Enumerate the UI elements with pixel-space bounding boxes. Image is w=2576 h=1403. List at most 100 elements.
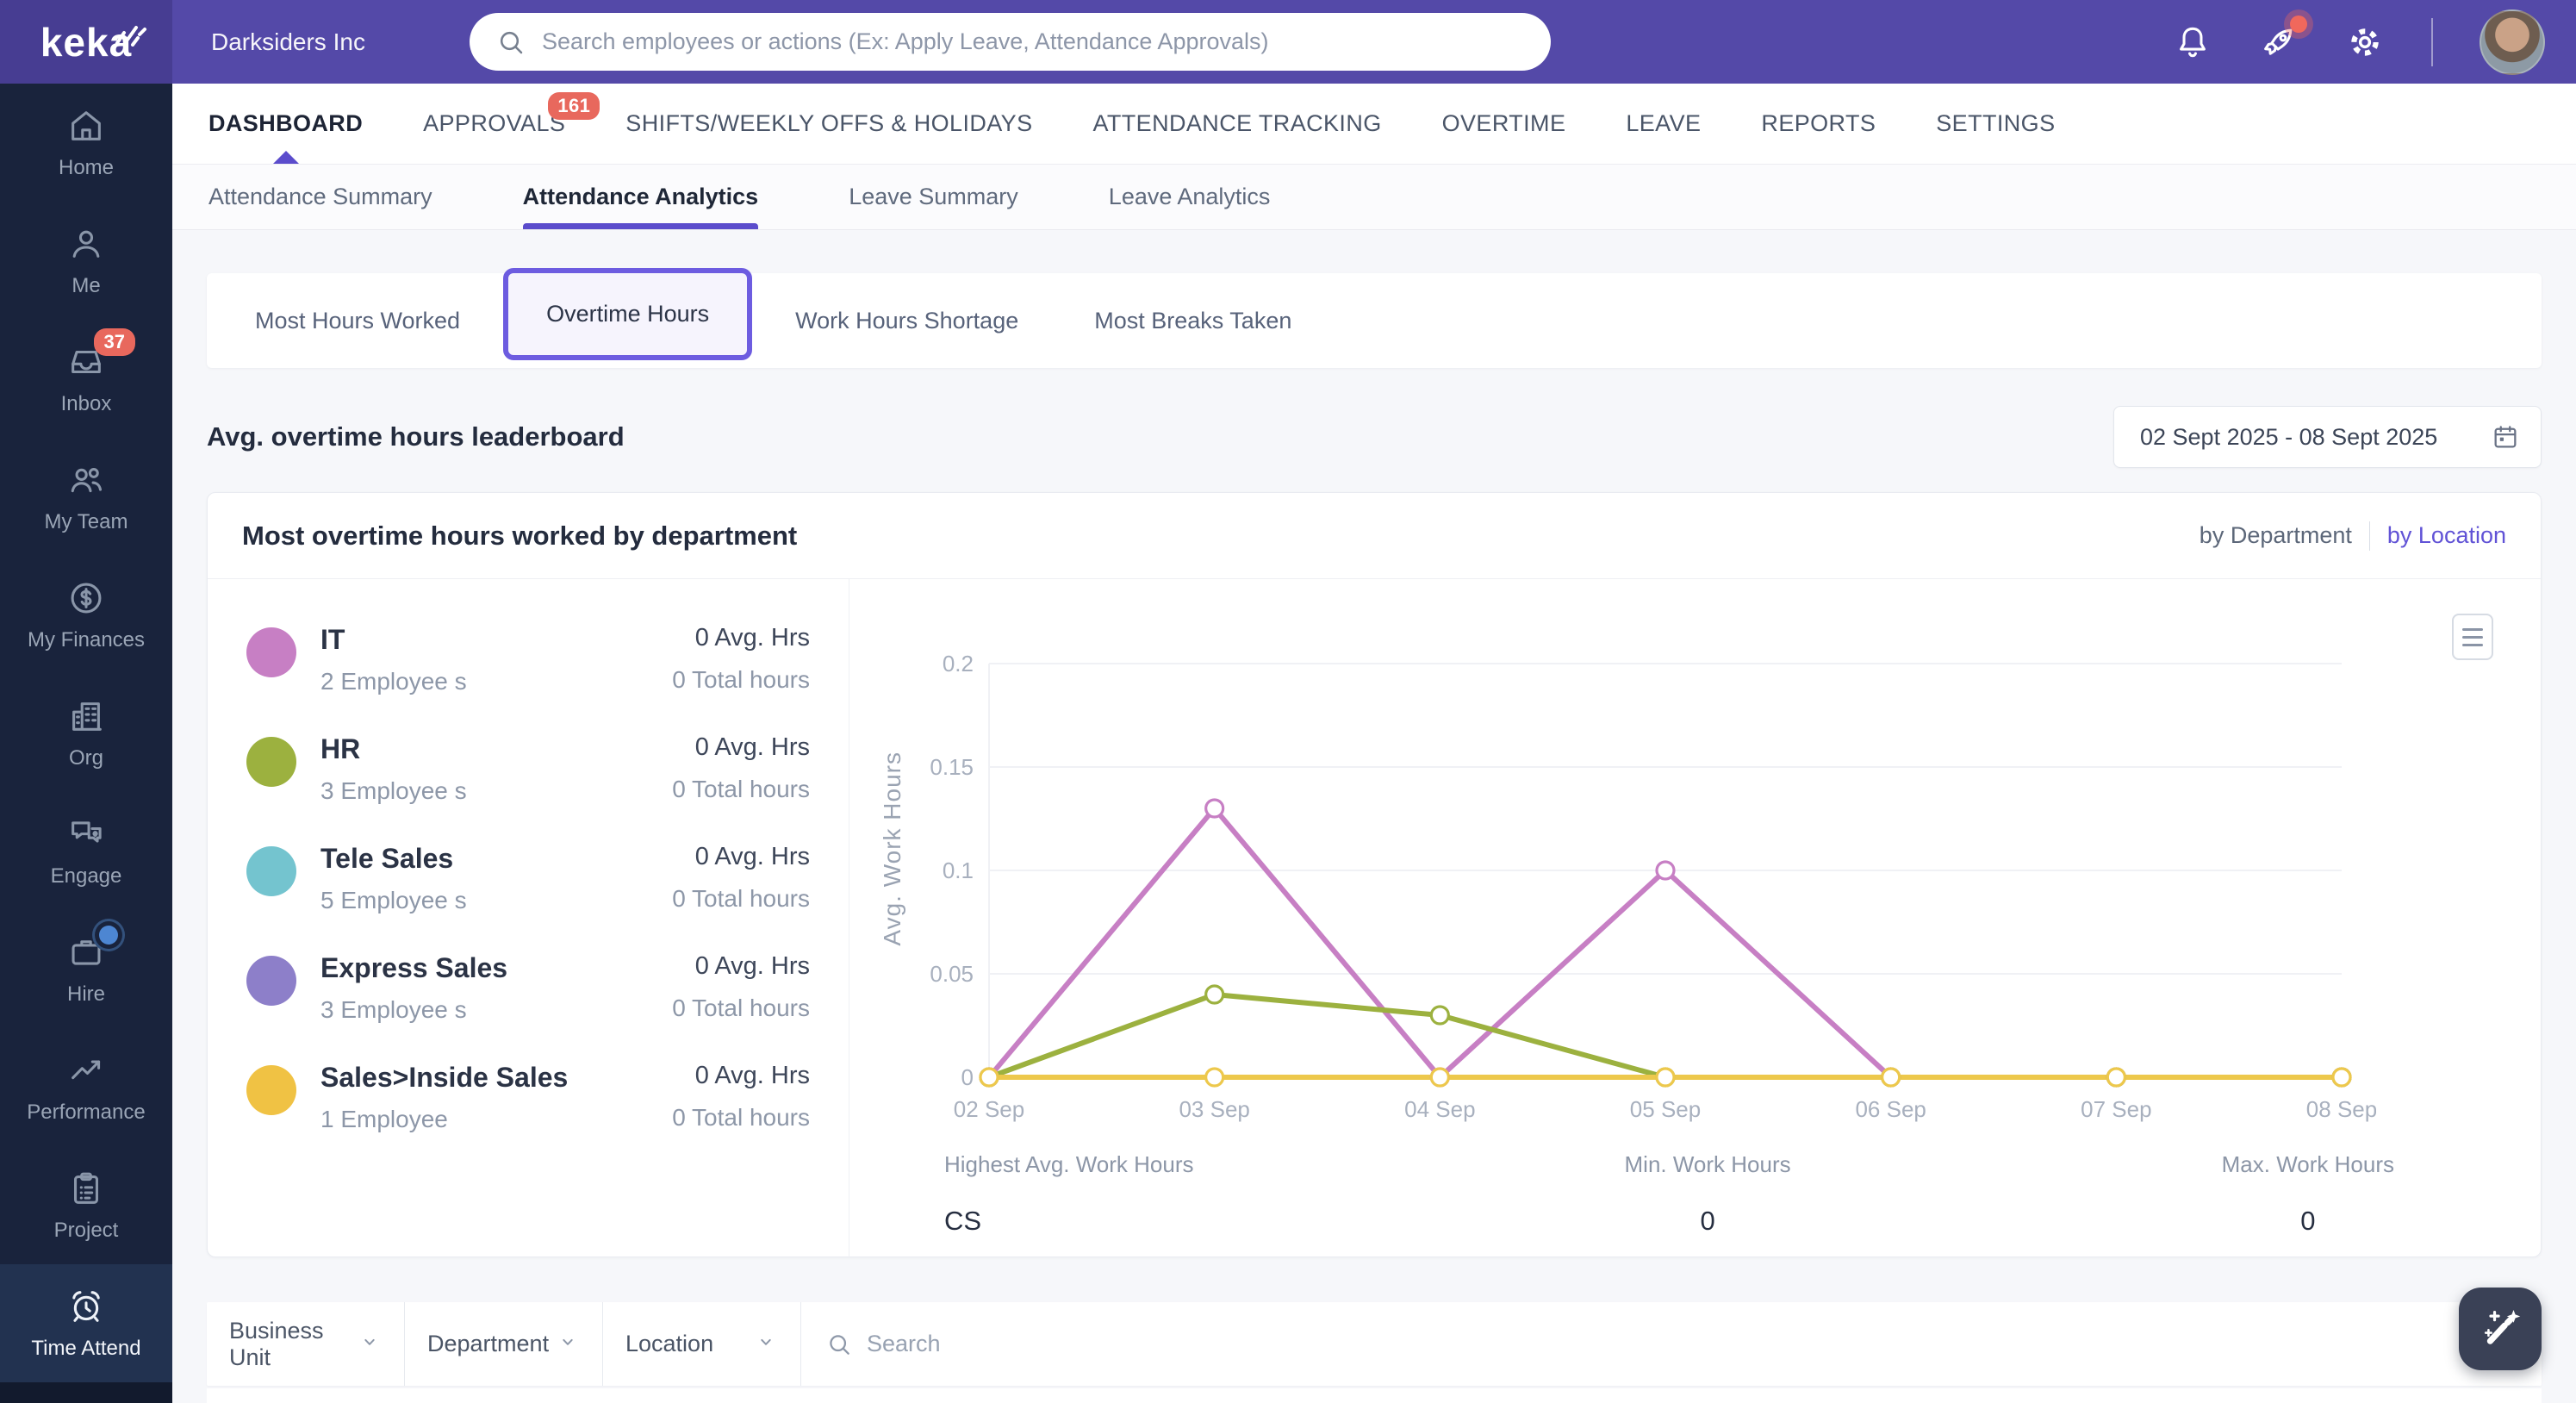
sidebar-item-org[interactable]: Org [0,674,172,792]
subtab-leave-analytics[interactable]: Leave Analytics [1109,164,1271,229]
filter-location[interactable]: Location [603,1302,801,1386]
department-row-express-sales[interactable]: Express Sales 3 Employee s 0 Avg. Hrs 0 Tot… [246,952,810,1024]
rocket-icon[interactable] [2259,15,2307,62]
chevron-down-icon [556,1330,580,1358]
svg-text:0.15: 0.15 [930,754,974,780]
date-range-picker[interactable]: 02 Sept 2025 - 08 Sept 2025 [2113,406,2542,468]
department-employees: 3 Employee s [320,996,467,1023]
tab-shifts-weekly-offs-holidays[interactable]: SHIFTS/WEEKLY OFFS & HOLIDAYS [625,84,1032,164]
tab-approvals[interactable]: APPROVALS 161 [423,84,600,164]
department-hours: 0 Avg. Hrs 0 Total hours [672,624,810,695]
sidebar-item-me[interactable]: Me [0,202,172,320]
card-title: Most overtime hours worked by department [242,520,798,551]
hire-icon [66,925,118,972]
tab-overtime[interactable]: OVERTIME [1442,84,1566,164]
department-total-hours: 0 Total hours [672,885,810,912]
group-by-department-link[interactable]: by Department [2200,522,2352,549]
sidebar-item-engage[interactable]: Engage [0,792,172,910]
analytics-tab-most-hours-worked[interactable]: Most Hours Worked [217,308,498,334]
table-area-start [207,1388,2542,1403]
tab-label: SHIFTS/WEEKLY OFFS & HOLIDAYS [625,110,1033,136]
filter-search[interactable] [801,1302,2542,1386]
main-content: Most Hours Worked Overtime Hours Work Hour… [172,230,2576,1403]
department-total-hours: 0 Total hours [672,666,810,693]
home-icon [66,106,106,146]
department-total-hours: 0 Total hours [672,776,810,802]
tab-leave[interactable]: LEAVE [1626,84,1701,164]
tab-settings[interactable]: SETTINGS [1936,84,2055,164]
sidebar-item-my-team[interactable]: My Team [0,438,172,556]
department-color-dot [246,737,296,787]
department-employees: 3 Employee s [320,777,467,804]
stat-highest-avg-work-hours: Highest Avg. Work Hours CS [944,1151,1194,1237]
card-body: IT 2 Employee s 0 Avg. Hrs 0 Total hours HR 3… [208,579,2541,1257]
search-icon [830,1334,849,1355]
sidebar-item-label: Inbox [60,391,112,415]
subtab-attendance-summary[interactable]: Attendance Summary [208,164,432,229]
filter-search-input[interactable] [867,1331,2542,1357]
department-name: IT [320,624,345,655]
tab-reports[interactable]: REPORTS [1761,84,1876,164]
department-row-tele-sales[interactable]: Tele Sales 5 Employee s 0 Avg. Hrs 0 Total … [246,843,810,914]
department-row-it[interactable]: IT 2 Employee s 0 Avg. Hrs 0 Total hours [246,624,810,695]
subtab-leave-summary[interactable]: Leave Summary [849,164,1018,229]
department-color-dot [246,627,296,677]
department-list: IT 2 Employee s 0 Avg. Hrs 0 Total hours HR 3… [208,579,849,1257]
analytics-tab-overtime-hours[interactable]: Overtime Hours [503,267,753,360]
bell-icon[interactable] [2173,22,2212,62]
logo-spark-icon [115,26,146,47]
stat-label: Min. Work Hours [1624,1151,1791,1177]
sidebar-item-home[interactable]: Home [0,84,172,202]
sidebar-item-hire[interactable]: Hire [0,910,172,1028]
sidebar-item-label: Performance [27,1100,146,1124]
card-header: Most overtime hours worked by department… [208,493,2541,579]
global-search-input[interactable] [542,28,1525,55]
global-search[interactable] [470,13,1551,71]
tab-label: REPORTS [1761,110,1876,136]
user-avatar[interactable] [2480,9,2545,75]
keka-logo[interactable]: keka [0,0,172,84]
org-icon [66,696,106,736]
performance-icon [66,1051,106,1090]
department-avg-hours: 0 Avg. Hrs [694,952,810,980]
chart-menu-icon[interactable] [2452,614,2493,660]
department-row-hr[interactable]: HR 3 Employee s 0 Avg. Hrs 0 Total hours [246,733,810,805]
department-avg-hours: 0 Avg. Hrs [694,624,810,652]
tab-dashboard[interactable]: DASHBOARD [208,84,363,164]
magic-wand-button[interactable] [2459,1288,2542,1370]
project-icon [66,1169,106,1208]
analytics-tab-most-breaks-taken[interactable]: Most Breaks Taken [1056,308,1329,334]
department-avg-hours: 0 Avg. Hrs [694,843,810,870]
svg-text:04 Sep: 04 Sep [1404,1096,1475,1122]
svg-text:05 Sep: 05 Sep [1630,1096,1701,1122]
department-names: HR 3 Employee s [320,733,467,805]
department-info: IT 2 Employee s [246,624,467,695]
svg-text:08 Sep: 08 Sep [2306,1096,2376,1122]
rocket-notification-dot [2290,15,2307,33]
tab-attendance-tracking[interactable]: ATTENDANCE TRACKING [1092,84,1381,164]
filter-label: Business Unit [229,1317,324,1370]
sidebar-item-inbox[interactable]: 37 Inbox [0,320,172,438]
filter-department[interactable]: Department [405,1302,603,1386]
department-row-sales-inside-sales[interactable]: Sales>Inside Sales 1 Employee 0 Avg. Hrs 0 … [246,1062,810,1133]
tab-label: APPROVALS [423,110,566,136]
svg-text:0.05: 0.05 [930,961,974,987]
filter-business-unit[interactable]: Business Unit [207,1302,405,1386]
subtab-attendance-analytics[interactable]: Attendance Analytics [522,164,758,229]
team-icon [66,460,106,500]
sidebar-item-time-attend[interactable]: Time Attend [0,1264,172,1382]
analytics-tab-work-hours-shortage[interactable]: Work Hours Shortage [757,308,1056,334]
sidebar-item-project[interactable]: Project [0,1146,172,1264]
stat-label: Max. Work Hours [2221,1151,2394,1177]
department-total-hours: 0 Total hours [672,995,810,1021]
overtime-card: Most overtime hours worked by department… [207,492,2542,1257]
date-range-value: 02 Sept 2025 - 08 Sept 2025 [2140,423,2438,450]
sidebar-item-performance[interactable]: Performance [0,1028,172,1146]
finances-icon [66,578,106,618]
sidebar-item-my-finances[interactable]: My Finances [0,556,172,674]
group-by-location-link[interactable]: by Location [2387,522,2506,549]
gear-icon[interactable] [2345,22,2385,62]
stat-value: 0 [2300,1206,2316,1236]
department-names: Express Sales 3 Employee s [320,952,507,1024]
group-by-divider [2368,521,2370,551]
